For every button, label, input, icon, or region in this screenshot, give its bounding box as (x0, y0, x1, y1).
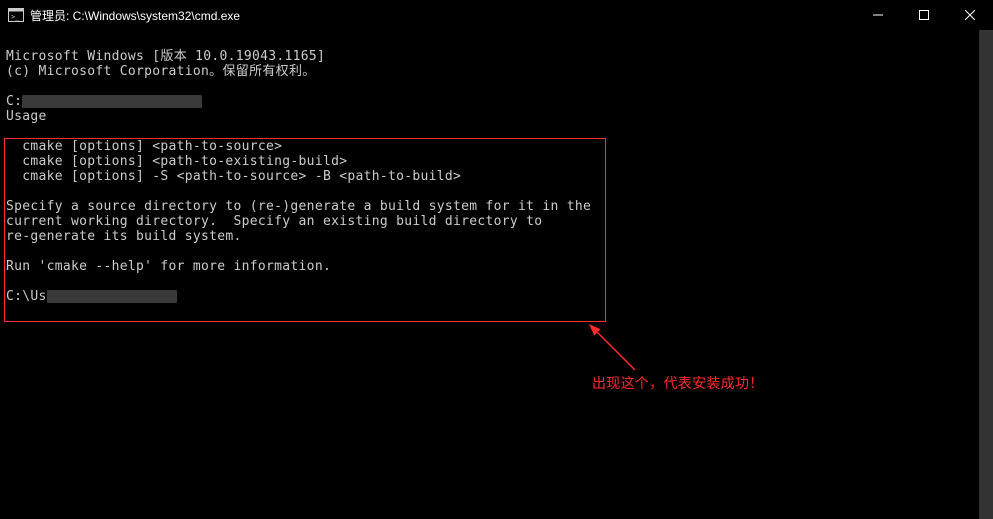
minimize-button[interactable] (855, 0, 901, 30)
terminal-prompt-redacted: C: (6, 94, 202, 109)
annotation-arrow-icon (585, 320, 645, 375)
window-titlebar: >_ 管理员: C:\Windows\system32\cmd.exe (0, 0, 993, 30)
terminal-desc-line: current working directory. Specify an ex… (6, 214, 542, 229)
terminal-usage-header: Usage (6, 109, 47, 124)
terminal-usage-line: cmake [options] -S <path-to-source> -B <… (6, 169, 461, 184)
cmd-icon: >_ (8, 8, 24, 22)
window-controls (855, 0, 993, 30)
terminal-usage-line: cmake [options] <path-to-source> (6, 139, 282, 154)
vertical-scrollbar[interactable] (979, 30, 993, 519)
terminal-line: (c) Microsoft Corporation。保留所有权利。 (6, 64, 316, 79)
terminal-line: Microsoft Windows [版本 10.0.19043.1165] (6, 49, 325, 64)
close-button[interactable] (947, 0, 993, 30)
maximize-button[interactable] (901, 0, 947, 30)
scrollbar-thumb[interactable] (979, 30, 993, 519)
terminal-area[interactable]: Microsoft Windows [版本 10.0.19043.1165] (… (0, 30, 993, 519)
window-title: 管理员: C:\Windows\system32\cmd.exe (30, 7, 855, 24)
terminal-desc-line: Specify a source directory to (re-)gener… (6, 199, 591, 214)
annotation-text: 出现这个，代表安装成功！ (592, 376, 764, 391)
svg-text:>_: >_ (11, 13, 20, 21)
terminal-desc-line: re-generate its build system. (6, 229, 242, 244)
terminal-prompt-redacted: C:\Us (6, 289, 177, 304)
terminal-usage-line: cmake [options] <path-to-existing-build> (6, 154, 347, 169)
terminal-runhelp-line: Run 'cmake --help' for more information. (6, 259, 331, 274)
